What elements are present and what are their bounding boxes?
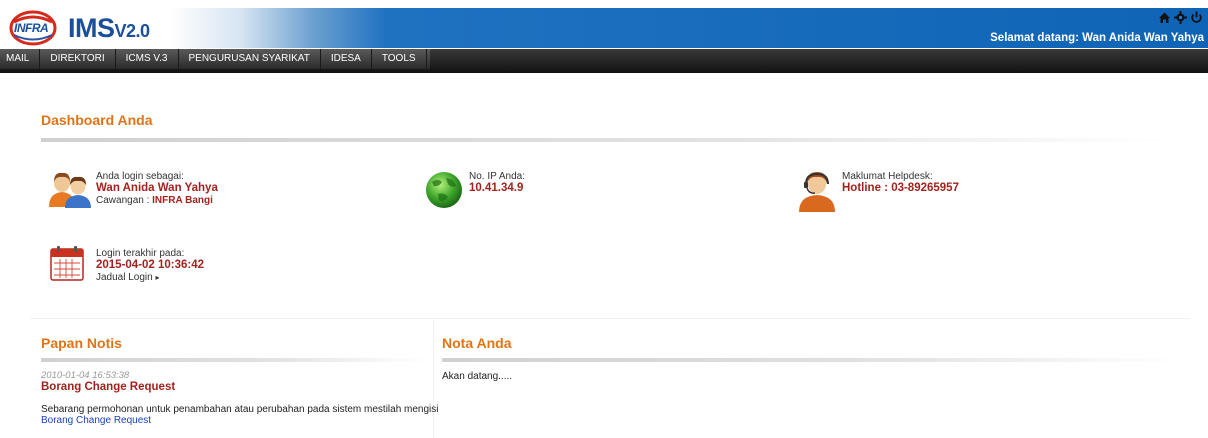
infra-logo-icon: INFRA [8,10,58,46]
logo-main: IMS [68,12,115,43]
top-header: INFRA IMSV2.0 Selamat datang: Wan Anida … [0,8,1208,48]
nav-item-tools[interactable]: TOOLS [372,49,427,69]
home-icon[interactable] [1158,11,1171,24]
notice-body: Sebarang permohonan untuk penambahan ata… [41,404,439,415]
helpdesk-icon [797,170,837,215]
login-as-block: Anda login sebagai: Wan Anida Wan Yahya … [96,171,218,207]
nav-item-direktori[interactable]: DIREKTORI [40,49,116,69]
notes-title: Nota Anda [442,335,512,351]
gear-icon[interactable] [1174,11,1187,24]
nav-item-icms[interactable]: ICMS V.3 [116,49,179,69]
ip-value: 10.41.34.9 [469,182,524,194]
logo-title: IMSV2.0 [68,13,150,44]
helpdesk-value: Hotline : 03-89265957 [842,182,959,194]
ims-logo[interactable]: INFRA IMSV2.0 [8,10,150,46]
ip-label: No. IP Anda: [469,171,525,182]
login-as-name: Wan Anida Wan Yahya [96,182,218,194]
nav-item-idesa[interactable]: IDESA [321,49,372,69]
jadual-login-link[interactable]: Jadual Login ▸ [96,272,204,284]
app-window: INFRA IMSV2.0 Selamat datang: Wan Anida … [0,0,1208,438]
notes-text: Akan datang..... [442,371,513,382]
power-icon[interactable] [1190,11,1203,24]
calendar-icon [50,245,84,284]
users-icon [48,172,92,211]
chevron-right-icon: ▸ [155,273,160,282]
dashboard-title: Dashboard Anda [41,112,153,128]
header-icon-group [1158,11,1203,24]
nav-item-pengurusan-syarikat[interactable]: PENGURUSAN SYARIKAT [179,49,321,69]
last-login-value: 2015-04-02 10:36:42 [96,259,205,271]
notice-date: 2010-01-04 16:53:38 [41,370,130,381]
dashboard-divider [41,138,1166,142]
last-login-block: Login terakhir pada: 2015-04-02 10:36:42… [96,248,204,284]
logo-version: V2.0 [114,20,151,41]
ip-block: No. IP Anda: 10.41.34.9 [469,171,525,195]
branch-label: Cawangan : [96,195,153,206]
notice-link[interactable]: Borang Change Request [41,415,151,426]
main-nav: MAIL DIREKTORI ICMS V.3 PENGURUSAN SYARI… [0,49,1208,73]
helpdesk-block: Maklumat Helpdesk: Hotline : 03-89265957 [842,171,959,195]
branch-value: INFRA Bangi [152,195,213,206]
globe-icon [424,170,464,213]
logo-badge-text: INFRA [14,21,49,35]
notice-board-title: Papan Notis [41,335,122,351]
login-as-label: Anda login sebagai: [96,171,184,182]
nav-menu: MAIL DIREKTORI ICMS V.3 PENGURUSAN SYARI… [0,49,430,69]
helpdesk-label: Maklumat Helpdesk: [842,171,933,182]
notice-board-divider [41,358,426,362]
section-divider [30,318,1190,319]
branch-line: Cawangan : INFRA Bangi [96,195,218,207]
welcome-text: Selamat datang: Wan Anida Wan Yahya [990,32,1204,44]
jadual-login-label: Jadual Login [96,272,153,283]
last-login-label: Login terakhir pada: [96,248,185,259]
notes-divider [442,358,1182,362]
panel-divider [433,320,434,438]
notice-title: Borang Change Request [41,381,176,393]
nav-item-mail[interactable]: MAIL [0,49,41,69]
